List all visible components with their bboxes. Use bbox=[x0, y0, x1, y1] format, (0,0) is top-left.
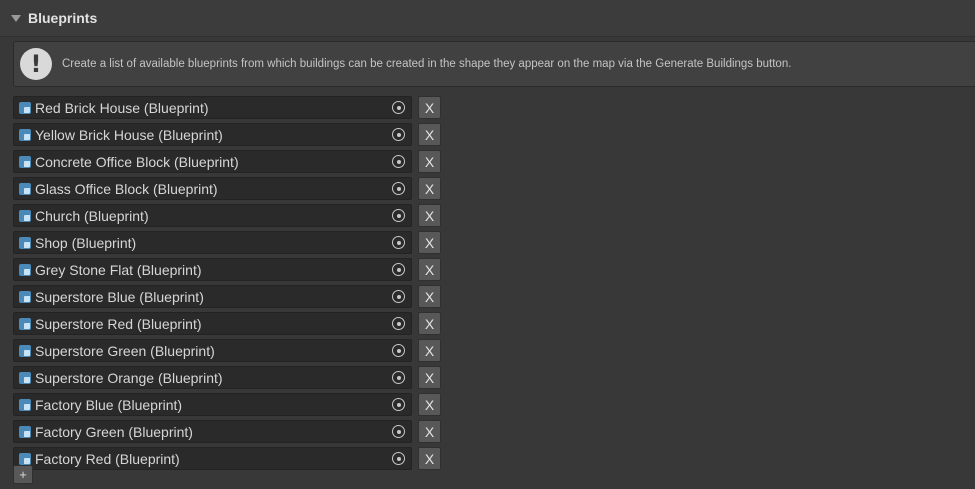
blueprint-asset-icon bbox=[19, 182, 31, 195]
object-field-label: Factory Green (Blueprint) bbox=[35, 423, 193, 440]
list-item: Factory Blue (Blueprint) X bbox=[13, 392, 443, 419]
remove-button[interactable]: X bbox=[418, 150, 441, 173]
object-field[interactable]: Glass Office Block (Blueprint) bbox=[13, 177, 412, 200]
object-field[interactable]: Superstore Orange (Blueprint) bbox=[13, 366, 412, 389]
remove-button[interactable]: X bbox=[418, 366, 441, 389]
object-field-label: Superstore Red (Blueprint) bbox=[35, 315, 202, 332]
remove-button[interactable]: X bbox=[418, 177, 441, 200]
object-field-label: Church (Blueprint) bbox=[35, 207, 149, 224]
object-picker-icon[interactable] bbox=[392, 155, 405, 168]
blueprint-asset-icon bbox=[19, 317, 31, 330]
blueprints-inspector-panel: Blueprints ! Create a list of available … bbox=[0, 0, 975, 489]
blueprint-asset-icon bbox=[19, 452, 31, 465]
remove-button[interactable]: X bbox=[418, 285, 441, 308]
list-item: Grey Stone Flat (Blueprint) X bbox=[13, 257, 443, 284]
object-picker-icon[interactable] bbox=[392, 263, 405, 276]
remove-button[interactable]: X bbox=[418, 96, 441, 119]
remove-button[interactable]: X bbox=[418, 339, 441, 362]
object-picker-icon[interactable] bbox=[392, 290, 405, 303]
object-field[interactable]: Factory Green (Blueprint) bbox=[13, 420, 412, 443]
object-picker-icon[interactable] bbox=[392, 371, 405, 384]
blueprint-asset-icon bbox=[19, 398, 31, 411]
remove-button[interactable]: X bbox=[418, 258, 441, 281]
remove-button[interactable]: X bbox=[418, 393, 441, 416]
object-picker-icon[interactable] bbox=[392, 425, 405, 438]
list-item: Superstore Green (Blueprint) X bbox=[13, 338, 443, 365]
object-field[interactable]: Superstore Green (Blueprint) bbox=[13, 339, 412, 362]
object-field-label: Shop (Blueprint) bbox=[35, 234, 137, 251]
blueprint-asset-icon bbox=[19, 290, 31, 303]
blueprint-asset-icon bbox=[19, 101, 31, 114]
list-item: Factory Red (Blueprint) X bbox=[13, 446, 443, 473]
list-item: Shop (Blueprint) X bbox=[13, 230, 443, 257]
object-picker-icon[interactable] bbox=[392, 452, 405, 465]
list-item: Superstore Red (Blueprint) X bbox=[13, 311, 443, 338]
object-field[interactable]: Shop (Blueprint) bbox=[13, 231, 412, 254]
remove-button[interactable]: X bbox=[418, 447, 441, 470]
object-field[interactable]: Factory Red (Blueprint) bbox=[13, 447, 412, 470]
object-field[interactable]: Grey Stone Flat (Blueprint) bbox=[13, 258, 412, 281]
blueprint-asset-icon bbox=[19, 209, 31, 222]
blueprint-asset-icon bbox=[19, 371, 31, 384]
object-field-label: Red Brick House (Blueprint) bbox=[35, 99, 209, 116]
blueprint-asset-icon bbox=[19, 425, 31, 438]
section-header[interactable]: Blueprints bbox=[0, 0, 975, 37]
remove-button[interactable]: X bbox=[418, 123, 441, 146]
list-item: Superstore Blue (Blueprint) X bbox=[13, 284, 443, 311]
object-field[interactable]: Superstore Red (Blueprint) bbox=[13, 312, 412, 335]
blueprint-asset-icon bbox=[19, 263, 31, 276]
foldout-arrow-icon[interactable] bbox=[11, 14, 21, 22]
remove-button[interactable]: X bbox=[418, 231, 441, 254]
list-item: Concrete Office Block (Blueprint) X bbox=[13, 149, 443, 176]
object-field-label: Factory Red (Blueprint) bbox=[35, 450, 180, 467]
object-picker-icon[interactable] bbox=[392, 209, 405, 222]
object-field[interactable]: Red Brick House (Blueprint) bbox=[13, 96, 412, 119]
list-item: Superstore Orange (Blueprint) X bbox=[13, 365, 443, 392]
object-picker-icon[interactable] bbox=[392, 398, 405, 411]
warning-exclamation-icon: ! bbox=[20, 48, 52, 80]
object-field[interactable]: Yellow Brick House (Blueprint) bbox=[13, 123, 412, 146]
help-text: Create a list of available blueprints fr… bbox=[62, 58, 792, 70]
object-field-label: Glass Office Block (Blueprint) bbox=[35, 180, 218, 197]
object-field-label: Superstore Blue (Blueprint) bbox=[35, 288, 204, 305]
remove-button[interactable]: X bbox=[418, 420, 441, 443]
object-picker-icon[interactable] bbox=[392, 128, 405, 141]
object-field[interactable]: Church (Blueprint) bbox=[13, 204, 412, 227]
object-field-label: Concrete Office Block (Blueprint) bbox=[35, 153, 239, 170]
remove-button[interactable]: X bbox=[418, 312, 441, 335]
list-item: Yellow Brick House (Blueprint) X bbox=[13, 122, 443, 149]
remove-button[interactable]: X bbox=[418, 204, 441, 227]
object-picker-icon[interactable] bbox=[392, 344, 405, 357]
help-box: ! Create a list of available blueprints … bbox=[13, 41, 975, 87]
blueprint-asset-icon bbox=[19, 128, 31, 141]
blueprint-asset-icon bbox=[19, 344, 31, 357]
blueprint-asset-icon bbox=[19, 236, 31, 249]
object-picker-icon[interactable] bbox=[392, 101, 405, 114]
blueprint-asset-icon bbox=[19, 155, 31, 168]
add-item-button[interactable]: + bbox=[13, 465, 33, 484]
object-field-label: Yellow Brick House (Blueprint) bbox=[35, 126, 223, 143]
object-field[interactable]: Concrete Office Block (Blueprint) bbox=[13, 150, 412, 173]
list-item: Glass Office Block (Blueprint) X bbox=[13, 176, 443, 203]
object-field-label: Superstore Green (Blueprint) bbox=[35, 342, 215, 359]
blueprint-list: Red Brick House (Blueprint) X Yellow Bri… bbox=[13, 95, 443, 473]
object-picker-icon[interactable] bbox=[392, 236, 405, 249]
object-picker-icon[interactable] bbox=[392, 182, 405, 195]
list-item: Red Brick House (Blueprint) X bbox=[13, 95, 443, 122]
object-field[interactable]: Factory Blue (Blueprint) bbox=[13, 393, 412, 416]
list-item: Factory Green (Blueprint) X bbox=[13, 419, 443, 446]
list-item: Church (Blueprint) X bbox=[13, 203, 443, 230]
object-picker-icon[interactable] bbox=[392, 317, 405, 330]
object-field-label: Superstore Orange (Blueprint) bbox=[35, 369, 223, 386]
section-title: Blueprints bbox=[28, 10, 98, 26]
object-field-label: Grey Stone Flat (Blueprint) bbox=[35, 261, 202, 278]
object-field-label: Factory Blue (Blueprint) bbox=[35, 396, 183, 413]
object-field[interactable]: Superstore Blue (Blueprint) bbox=[13, 285, 412, 308]
